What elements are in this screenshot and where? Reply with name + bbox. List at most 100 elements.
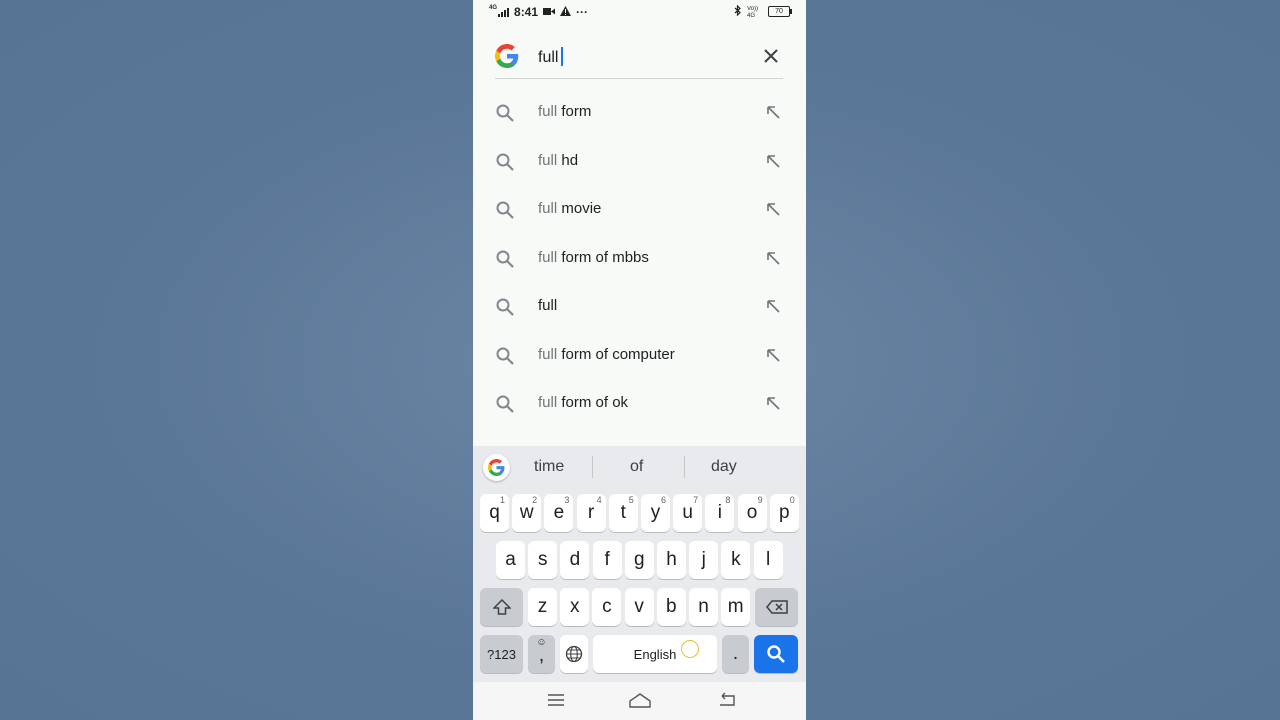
suggestion-text: full form of ok [538,394,628,411]
search-icon [495,200,515,220]
key-label: q [489,502,500,523]
key-label: t [620,502,626,523]
key-number-hint: 1 [499,495,505,505]
key-label: i [717,502,722,523]
suggestion-prefix: full [538,152,558,169]
key-o[interactable]: o9 [737,494,767,532]
search-icon [495,297,515,317]
key-u[interactable]: u7 [673,494,703,532]
key-label: , [538,645,545,666]
space-key[interactable]: English [593,635,717,673]
navigation-bar [473,682,806,720]
key-q[interactable]: q1 [480,494,509,532]
key-r[interactable]: r4 [576,494,606,532]
backspace-key[interactable] [755,588,798,626]
key-number-hint: 0 [789,495,795,505]
key-l[interactable]: l [753,541,783,579]
key-n[interactable]: n [689,588,718,626]
shift-key[interactable] [480,588,523,626]
key-p[interactable]: p0 [769,494,799,532]
bluetooth-icon [734,4,742,18]
key-s[interactable]: s [528,541,558,579]
key-number-hint: 2 [532,495,538,505]
back-icon[interactable] [718,692,736,708]
volte-label: Vo)) 4G LTE [747,5,759,18]
network-label: 4G [489,5,498,11]
search-submit-key[interactable] [754,635,798,673]
text-cursor [561,47,564,66]
key-number-hint: 4 [596,495,602,505]
fill-query-arrow-icon[interactable] [765,347,781,363]
emoji-comma-key[interactable]: ☺, [528,635,555,673]
suggestion-prefix: full [538,249,558,266]
search-icon [495,394,515,414]
suggestion-item[interactable]: full form of computer [473,332,806,380]
suggestion-completion: movie [557,200,602,217]
symbols-key[interactable]: ?123 [480,635,523,673]
search-icon [495,249,515,269]
key-m[interactable]: m [721,588,751,626]
keyboard: time of day q1w2e3r4t5y6u7i8o9p0asdfghjk… [473,446,806,682]
close-icon[interactable] [761,46,781,66]
suggestion-text: full movie [538,200,601,217]
keyboard-suggestion-2[interactable]: of [630,458,643,476]
search-icon [495,103,515,123]
fill-query-arrow-icon[interactable] [765,153,781,169]
key-label: u [682,502,693,523]
key-c[interactable]: c [592,588,622,626]
google-g-icon [495,44,519,68]
key-f[interactable]: f [592,541,622,579]
fill-query-arrow-icon[interactable] [765,395,781,411]
key-number-hint: 9 [757,495,763,505]
fill-query-arrow-icon[interactable] [765,250,781,266]
key-number-hint: 3 [564,495,570,505]
keyboard-suggestion-1[interactable]: time [534,458,564,476]
clock: 8:41 [514,5,539,19]
key-label: r [587,502,595,523]
video-camera-icon [543,5,556,19]
search-icon [495,152,515,172]
fill-query-arrow-icon[interactable] [765,298,781,314]
key-label: e [553,502,565,523]
keyboard-suggestion-3[interactable]: day [711,458,737,476]
key-d[interactable]: d [560,541,590,579]
key-k[interactable]: k [721,541,751,579]
key-number-hint: 6 [660,495,666,505]
key-e[interactable]: e3 [544,494,574,532]
key-z[interactable]: z [528,588,557,626]
search-input[interactable]: full [538,47,564,67]
fill-query-arrow-icon[interactable] [765,104,781,120]
key-h[interactable]: h [657,541,686,579]
key-x[interactable]: x [560,588,590,626]
suggestion-item[interactable]: full form of mbbs [473,235,806,283]
suggestion-item[interactable]: full form of ok [473,380,806,428]
suggestion-prefix: full [538,103,558,120]
phone-screen: 4G 8:41 ··· Vo)) 4G LTE 70 [473,0,806,720]
warning-icon [560,5,572,19]
key-label: o [746,502,758,523]
key-a[interactable]: a [496,541,525,579]
key-y[interactable]: y6 [641,494,670,532]
search-bar[interactable]: full [495,36,783,79]
divider [684,456,685,478]
touch-indicator [681,640,699,658]
home-icon[interactable] [628,692,652,710]
menu-icon[interactable] [547,692,565,708]
key-t[interactable]: t5 [608,494,638,532]
key-v[interactable]: v [624,588,654,626]
suggestion-item[interactable]: full hd [473,138,806,186]
fill-query-arrow-icon[interactable] [765,201,781,217]
key-w[interactable]: w2 [512,494,542,532]
key-j[interactable]: j [689,541,719,579]
search-icon [495,346,515,366]
key-b[interactable]: b [656,588,686,626]
key-g[interactable]: g [624,541,654,579]
suggestion-item[interactable]: full form [473,89,806,137]
globe-icon[interactable] [560,635,588,673]
suggestion-text: full form of mbbs [538,249,649,266]
suggestion-item[interactable]: full [473,283,806,331]
key-i[interactable]: i8 [705,494,735,532]
google-g-icon[interactable] [483,454,510,481]
suggestion-item[interactable]: full movie [473,186,806,234]
period-key[interactable]: . [722,635,749,673]
